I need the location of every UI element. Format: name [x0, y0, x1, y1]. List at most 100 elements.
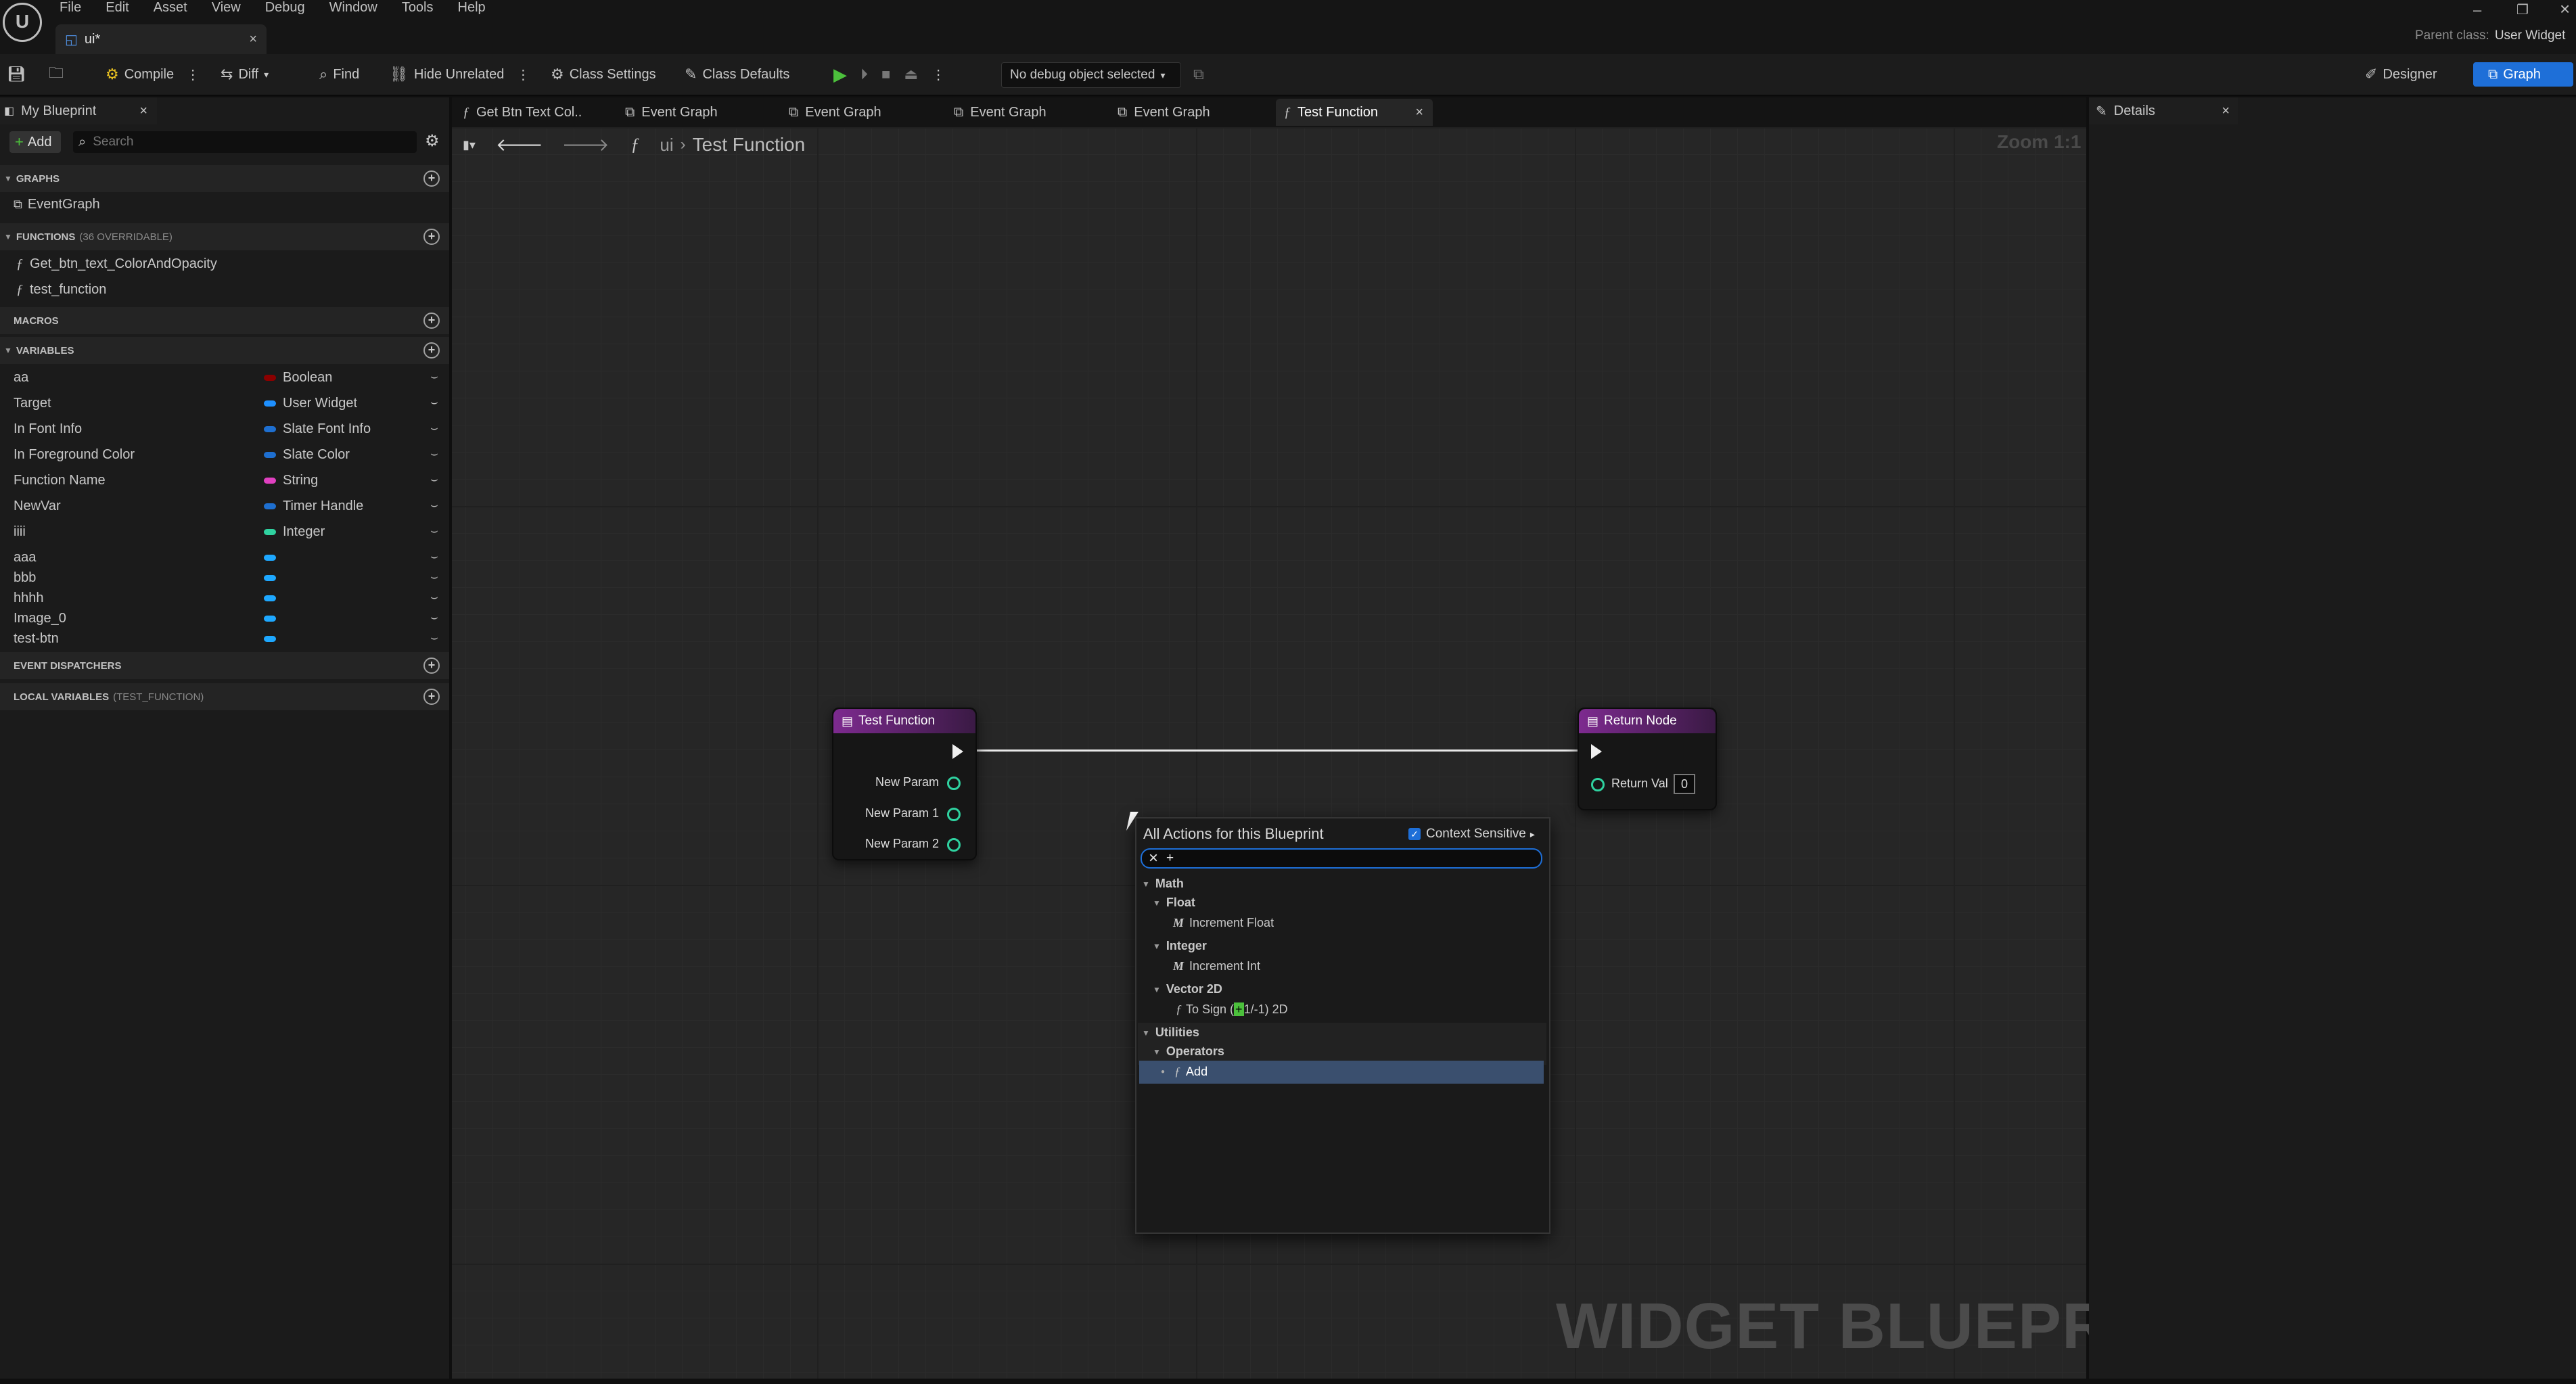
debug-object-select[interactable]: No debug object selected ▾	[1001, 62, 1181, 88]
save-button[interactable]: 💾︎	[7, 64, 26, 85]
functions-section-header[interactable]: ▼ FUNCTIONS (36 OVERRIDABLE) +	[0, 223, 449, 250]
doc-tab[interactable]: ⧉ Event Graph	[789, 99, 881, 126]
menu-tools[interactable]: Tools	[402, 0, 434, 16]
close-icon[interactable]: ×	[249, 32, 257, 47]
menu-debug[interactable]: Debug	[265, 0, 305, 16]
variable-type[interactable]: Slate Color	[283, 447, 350, 463]
tree-category-math[interactable]: ▼ Math	[1142, 877, 1184, 891]
return-node[interactable]: ▤ Return Node Return Val 0	[1578, 708, 1717, 810]
variable-type-pill[interactable]	[264, 426, 276, 432]
forward-arrow-icon[interactable]: 🡒	[562, 135, 610, 156]
menu-help[interactable]: Help	[458, 0, 486, 16]
window-close-icon[interactable]: ×	[2560, 0, 2570, 20]
checkbox-checked-icon[interactable]: ✓	[1408, 828, 1421, 840]
menu-window[interactable]: Window	[329, 0, 377, 16]
param-pin[interactable]	[947, 808, 961, 821]
debug-browse-button[interactable]: ⧉	[1193, 64, 1204, 85]
parent-class-value[interactable]: User Widget	[2495, 28, 2566, 43]
visibility-eye-icon[interactable]: ⌣	[430, 590, 438, 604]
variable-row[interactable]: In Font Info Slate Font Info ⌣	[0, 417, 449, 442]
add-graph-icon[interactable]: +	[423, 170, 440, 187]
param-pin[interactable]	[947, 777, 961, 790]
visibility-eye-icon[interactable]: ⌣	[430, 610, 438, 624]
doc-tab[interactable]: ⧉ Event Graph	[1118, 99, 1210, 126]
graph-item-eventgraph[interactable]: ⧉ EventGraph	[0, 192, 449, 216]
variable-type[interactable]: Integer	[283, 524, 325, 540]
exec-in-pin[interactable]	[1591, 744, 1602, 759]
action-increment-float[interactable]: M Increment Float	[1173, 916, 1274, 930]
more-options-icon[interactable]: ⋮	[516, 66, 530, 83]
doc-tab[interactable]: ⧉ Event Graph	[954, 99, 1046, 126]
return-value-field[interactable]: 0	[1674, 774, 1695, 794]
hide-unrelated-button[interactable]: ⛓ Hide Unrelated ⋮	[390, 64, 530, 85]
close-icon[interactable]: ×	[139, 103, 147, 119]
variable-type-pill[interactable]	[264, 636, 276, 642]
tree-category-vector2d[interactable]: ▼ Vector 2D	[1153, 982, 1222, 996]
variable-type[interactable]: String	[283, 473, 318, 488]
class-defaults-button[interactable]: ✎ Class Defaults	[685, 64, 789, 85]
action-search-input[interactable]	[1165, 850, 1520, 867]
variable-type-pill[interactable]	[264, 375, 276, 381]
param-pin[interactable]	[947, 838, 961, 852]
visibility-eye-icon[interactable]: ⌣	[430, 570, 438, 584]
visibility-eye-icon[interactable]: ⌣	[430, 395, 438, 409]
close-icon[interactable]: ×	[1415, 105, 1423, 120]
variable-row[interactable]: Function Name String ⌣	[0, 468, 449, 494]
variable-type-pill[interactable]	[264, 503, 276, 509]
variable-type-pill[interactable]	[264, 616, 276, 622]
exec-out-pin[interactable]	[952, 744, 963, 759]
breadcrumb-root[interactable]: ui	[660, 135, 673, 156]
add-macro-icon[interactable]: +	[423, 313, 440, 329]
return-value-pin[interactable]	[1591, 778, 1605, 791]
variable-type[interactable]: Timer Handle	[283, 499, 363, 514]
diff-button[interactable]: ⇆ Diff ▾	[221, 64, 269, 85]
variable-row[interactable]: aa Boolean ⌣	[0, 365, 449, 391]
add-button[interactable]: + Add	[9, 131, 61, 153]
graphs-section-header[interactable]: ▼ GRAPHS +	[0, 165, 449, 192]
search-box[interactable]: ⌕	[73, 131, 417, 153]
menu-view[interactable]: View	[212, 0, 241, 16]
visibility-eye-icon[interactable]: ⌣	[430, 472, 438, 486]
variable-row[interactable]: Target User Widget ⌣	[0, 391, 449, 417]
eject-icon[interactable]: ⏏	[904, 66, 918, 83]
variable-type-pill[interactable]	[264, 400, 276, 407]
tree-category-operators[interactable]: ▼ Operators	[1153, 1044, 1224, 1059]
context-sensitive-toggle[interactable]: ✓ Context Sensitive ▸	[1408, 827, 1535, 841]
visibility-eye-icon[interactable]: ⌣	[430, 498, 438, 512]
visibility-eye-icon[interactable]: ⌣	[430, 630, 438, 645]
doc-tab[interactable]: ƒ Get Btn Text Col..	[463, 99, 582, 126]
macros-section-header[interactable]: MACROS +	[0, 307, 449, 334]
find-button[interactable]: ⌕ Find	[319, 64, 359, 85]
play-icon[interactable]: ▶	[833, 64, 847, 85]
variable-row[interactable]: In Foreground Color Slate Color ⌣	[0, 442, 449, 468]
menu-edit[interactable]: Edit	[106, 0, 129, 16]
variable-type[interactable]: User Widget	[283, 396, 357, 411]
menu-file[interactable]: File	[60, 0, 81, 16]
visibility-eye-icon[interactable]: ⌣	[430, 369, 438, 384]
visibility-eye-icon[interactable]: ⌣	[430, 421, 438, 435]
add-event-dispatcher-icon[interactable]: +	[423, 658, 440, 674]
visibility-eye-icon[interactable]: ⌣	[430, 446, 438, 461]
panel-tab-my-blueprint[interactable]: ◧ My Blueprint ×	[0, 97, 157, 124]
variable-type-pill[interactable]	[264, 555, 276, 561]
variable-row[interactable]: NewVar Timer Handle ⌣	[0, 494, 449, 520]
function-item[interactable]: ƒ test_function	[0, 277, 449, 302]
variable-row[interactable]: test-btn ⌣	[0, 626, 449, 652]
doc-tab[interactable]: ⧉ Event Graph	[625, 99, 718, 126]
visibility-eye-icon[interactable]: ⌣	[430, 549, 438, 563]
browse-button[interactable]: 🗀	[49, 64, 64, 85]
exec-wire[interactable]	[967, 749, 1578, 752]
search-input[interactable]	[91, 134, 406, 150]
unreal-logo-icon[interactable]: U	[3, 3, 42, 42]
designer-button[interactable]: ✐ Designer	[2365, 64, 2437, 85]
doc-tab-active[interactable]: ƒ Test Function ×	[1276, 99, 1433, 126]
variable-type-pill[interactable]	[264, 595, 276, 601]
event-dispatchers-section-header[interactable]: EVENT DISPATCHERS +	[0, 652, 449, 679]
asset-tab-ui[interactable]: ◱ ui* ×	[55, 24, 267, 54]
visibility-eye-icon[interactable]: ⌣	[430, 524, 438, 538]
function-item[interactable]: ƒ Get_btn_text_ColorAndOpacity	[0, 252, 449, 276]
add-variable-icon[interactable]: +	[423, 342, 440, 359]
clear-search-icon[interactable]: ×	[1149, 849, 1158, 868]
variable-row[interactable]: iiii Integer ⌣	[0, 520, 449, 545]
action-add[interactable]: ● ƒ Add	[1161, 1065, 1208, 1079]
